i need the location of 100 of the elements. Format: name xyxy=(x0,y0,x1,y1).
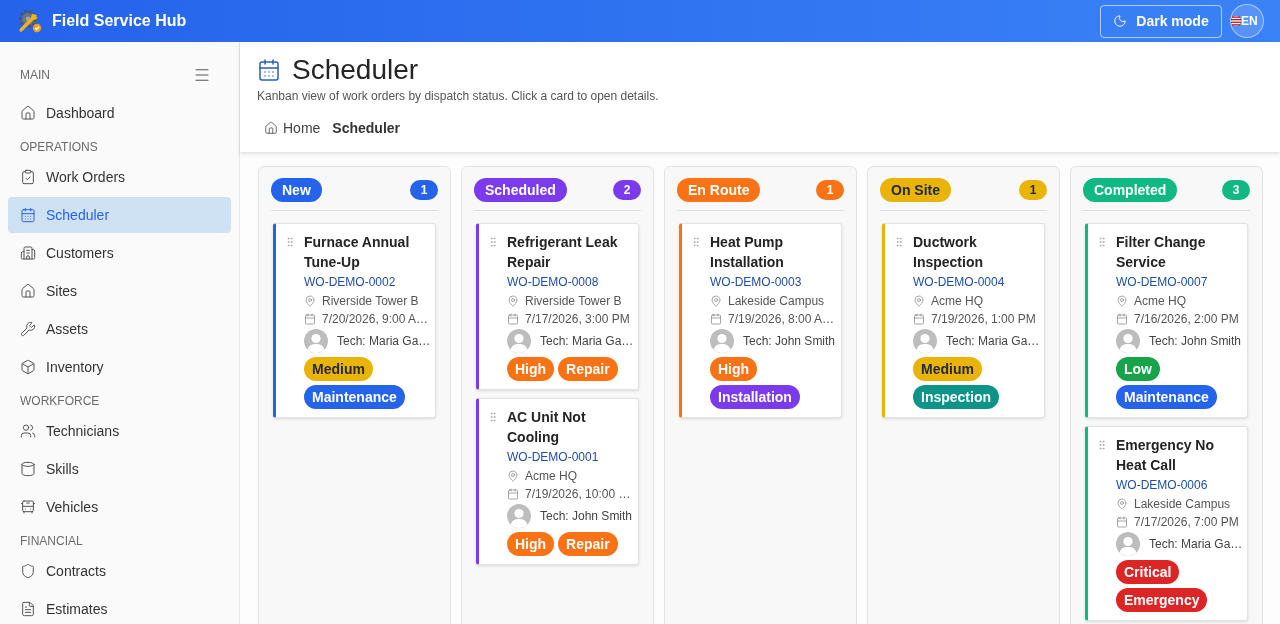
technician-name: Tech: Maria Ga… xyxy=(540,333,634,350)
drag-handle-icon[interactable] xyxy=(1096,438,1108,452)
avatar-silhouette-icon xyxy=(1116,532,1140,556)
drag-handle-icon[interactable] xyxy=(284,235,296,249)
work-order-title: Emergency No Heat Call xyxy=(1116,436,1216,475)
site-text: Lakeside Campus xyxy=(1134,496,1231,513)
house-icon xyxy=(20,283,36,299)
calendar-icon xyxy=(507,488,519,500)
sidebar-section-label: FINANCIAL xyxy=(20,533,84,550)
map-pin-icon xyxy=(710,295,722,307)
work-order-title: Furnace Annual Tune-Up xyxy=(304,233,411,272)
technician-name: Tech: John Smith xyxy=(743,333,836,350)
sidebar-item[interactable]: Dashboard xyxy=(8,95,231,131)
sidebar-section-label: WORKFORCE xyxy=(20,393,101,410)
site-text: Riverside Tower B xyxy=(322,293,419,310)
avatar-silhouette-icon xyxy=(507,504,531,528)
work-order-title: Heat Pump Installation xyxy=(710,233,785,272)
count-label: 1 xyxy=(410,180,438,200)
tag-label: High xyxy=(507,357,555,381)
house-icon xyxy=(264,121,278,135)
work-order-number: WO-DEMO-0007 xyxy=(1116,274,1209,291)
work-order-card[interactable]: AC Unit Not Cooling WO-DEMO-0001 Acme HQ 7/19/2026, 10:00 … Tech: John Smith High Repair xyxy=(476,398,639,565)
sidebar-section-label: OPERATIONS xyxy=(20,139,99,156)
tag-label: Critical xyxy=(1116,560,1180,584)
status-label: Completed xyxy=(1083,178,1178,202)
menu-icon[interactable] xyxy=(193,66,211,84)
sidebar-item[interactable]: Technicians xyxy=(8,413,231,449)
calendar-icon xyxy=(710,313,722,325)
work-order-card[interactable]: Furnace Annual Tune-Up WO-DEMO-0002 Riverside Tower B 7/20/2026, 9:00 A… Tech: Maria Ga… Medium Maintenance xyxy=(273,223,436,418)
map-pin-icon xyxy=(507,470,519,482)
count-label: 2 xyxy=(613,180,641,200)
technician-name: Tech: Maria Ga… xyxy=(1149,536,1243,553)
work-order-title: Refrigerant Leak Repair xyxy=(507,233,619,272)
avatar-silhouette-icon xyxy=(710,329,734,353)
work-order-card[interactable]: Emergency No Heat Call WO-DEMO-0006 Lakeside Campus 7/17/2026, 7:00 PM Tech: Maria Ga… Critical Emergency xyxy=(1085,426,1248,621)
work-order-number: WO-DEMO-0003 xyxy=(710,274,803,291)
work-order-card[interactable]: Ductwork Inspection WO-DEMO-0004 Acme HQ 7/19/2026, 1:00 PM Tech: Maria Ga… Medium Inspection xyxy=(882,223,1045,418)
tag-label: Repair xyxy=(558,357,618,381)
work-order-title: AC Unit Not Cooling xyxy=(507,408,587,447)
gear-wrench-icon xyxy=(18,9,42,33)
technician-name: Tech: Maria Ga… xyxy=(337,333,431,350)
sidebar-item[interactable]: Skills xyxy=(8,451,231,487)
calendar-icon xyxy=(1116,516,1128,528)
technician-name: Tech: John Smith xyxy=(540,508,633,525)
calendar-icon xyxy=(913,313,925,325)
scheduled-time: 7/19/2026, 10:00 … xyxy=(525,486,631,503)
calendar-icon xyxy=(507,313,519,325)
drag-handle-icon[interactable] xyxy=(487,410,499,424)
work-order-number: WO-DEMO-0001 xyxy=(507,449,600,466)
scheduled-time: 7/16/2026, 2:00 PM xyxy=(1134,311,1239,328)
sidebar-item[interactable]: Customers xyxy=(8,235,231,271)
site-text: Acme HQ xyxy=(931,293,983,310)
dark-mode-button[interactable]: Dark mode xyxy=(1100,4,1222,38)
tag-label: Inspection xyxy=(913,385,999,409)
sidebar-item[interactable]: Sites xyxy=(8,273,231,309)
bus-icon xyxy=(20,499,36,515)
tag-label: Low xyxy=(1116,357,1160,381)
map-pin-icon xyxy=(913,295,925,307)
sidebar-item[interactable]: Contracts xyxy=(8,553,231,589)
breadcrumb-link[interactable]: Home xyxy=(264,117,321,139)
tag-label: Medium xyxy=(304,357,373,381)
scheduled-time: 7/20/2026, 9:00 A… xyxy=(322,311,429,328)
site-text: Lakeside Campus xyxy=(728,293,825,310)
work-order-card[interactable]: Filter Change Service WO-DEMO-0007 Acme HQ 7/16/2026, 2:00 PM Tech: John Smith Low Maintenance xyxy=(1085,223,1248,418)
drag-handle-icon[interactable] xyxy=(1096,235,1108,249)
scheduled-time: 7/19/2026, 8:00 A… xyxy=(728,311,835,328)
status-label: En Route xyxy=(677,178,761,202)
drag-handle-icon[interactable] xyxy=(690,235,702,249)
work-order-card[interactable]: Refrigerant Leak Repair WO-DEMO-0008 Riverside Tower B 7/17/2026, 3:00 PM Tech: Maria Ga… High Repair xyxy=(476,223,639,390)
page-subtitle: Kanban view of work orders by dispatch status. Click a card to open details. xyxy=(257,88,660,104)
drag-handle-icon[interactable] xyxy=(487,235,499,249)
map-pin-icon xyxy=(1116,498,1128,510)
tag-label: Medium xyxy=(913,357,982,381)
sidebar-item[interactable]: Inventory xyxy=(8,349,231,385)
tag-label: Installation xyxy=(710,385,800,409)
count-label: 1 xyxy=(816,180,844,200)
sidebar-item[interactable]: Vehicles xyxy=(8,489,231,525)
sidebar-item[interactable]: Scheduler xyxy=(8,197,231,233)
building-icon xyxy=(20,245,36,261)
tag-label: High xyxy=(507,532,555,556)
map-pin-icon xyxy=(507,295,519,307)
drag-handle-icon[interactable] xyxy=(893,235,905,249)
sidebar-item[interactable]: Work Orders xyxy=(8,159,231,195)
sidebar-item[interactable]: Assets xyxy=(8,311,231,347)
work-order-title: Ductwork Inspection xyxy=(913,233,984,272)
calendar-icon xyxy=(1116,313,1128,325)
map-pin-icon xyxy=(1116,295,1128,307)
site-text: Acme HQ xyxy=(1134,293,1186,310)
count-label: 1 xyxy=(1019,180,1047,200)
work-order-number: WO-DEMO-0006 xyxy=(1116,477,1209,494)
sidebar-item[interactable]: Estimates xyxy=(8,591,231,624)
count-label: 3 xyxy=(1222,180,1250,200)
work-order-card[interactable]: Heat Pump Installation WO-DEMO-0003 Lakeside Campus 7/19/2026, 8:00 A… Tech: John Smith High Installation xyxy=(679,223,842,418)
technician-name: Tech: John Smith xyxy=(1149,333,1242,350)
work-order-title: Filter Change Service xyxy=(1116,233,1207,272)
cylinder-icon xyxy=(20,461,36,477)
work-order-number: WO-DEMO-0008 xyxy=(507,274,600,291)
avatar-silhouette-icon xyxy=(913,329,937,353)
tag-label: Maintenance xyxy=(1116,385,1217,409)
scheduled-time: 7/19/2026, 1:00 PM xyxy=(931,311,1036,328)
